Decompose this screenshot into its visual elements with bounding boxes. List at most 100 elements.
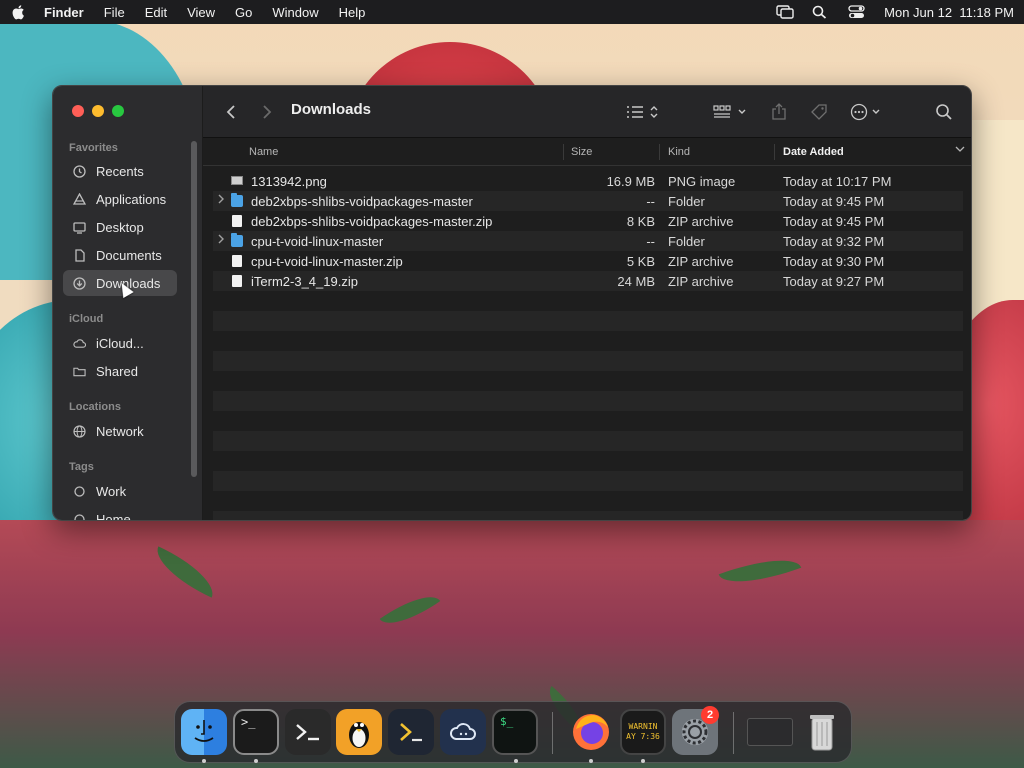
dock-cloud-app-icon[interactable] (440, 709, 486, 755)
file-kind: PNG image (668, 174, 736, 189)
chevron-down-glyph (955, 146, 965, 152)
sidebar-item-tag-home[interactable]: Home (63, 506, 177, 521)
file-row-1313942-png[interactable]: 1313942.png 16.9 MB PNG image Today at 1… (213, 171, 963, 191)
file-date-added: Today at 9:45 PM (783, 214, 885, 229)
dock-terminal-dark-icon[interactable]: $_ (492, 709, 538, 755)
menu-edit[interactable]: Edit (145, 5, 167, 20)
file-row-deb2xbps-zip[interactable]: deb2xbps-shlibs-voidpackages-master.zip … (213, 211, 963, 231)
disclosure-triangle-icon[interactable] (217, 194, 225, 207)
back-button[interactable] (223, 100, 239, 124)
file-size: -- (646, 194, 655, 209)
file-date-added: Today at 10:17 PM (783, 174, 892, 189)
column-header-size[interactable]: Size (571, 146, 592, 158)
image-file-icon (231, 176, 243, 185)
disclosure-triangle-icon[interactable] (217, 234, 225, 247)
dock-minimized-window-icon[interactable] (745, 709, 795, 755)
desktop-glyph (73, 221, 86, 234)
column-divider[interactable] (563, 144, 564, 160)
zip-file-icon (232, 255, 242, 267)
menu-window[interactable]: Window (272, 5, 318, 20)
chevron-right-icon (263, 105, 272, 119)
sidebar-item-icloud-drive[interactable]: iCloud... (63, 330, 177, 356)
sidebar-item-documents[interactable]: Documents (63, 242, 177, 268)
column-divider[interactable] (774, 144, 775, 160)
zoom-window-button[interactable] (112, 105, 124, 117)
control-center-icon[interactable] (848, 5, 866, 19)
column-header-name[interactable]: Name (249, 146, 278, 158)
empty-row (213, 451, 963, 471)
running-indicator (202, 759, 206, 763)
list-view-icon (627, 106, 658, 118)
column-header-kind[interactable]: Kind (668, 146, 690, 158)
column-divider[interactable] (659, 144, 660, 160)
spotlight-search-icon[interactable] (812, 5, 830, 19)
view-mode-list-button[interactable] (623, 100, 663, 124)
applications-glyph (73, 192, 86, 205)
download-glyph (73, 276, 86, 290)
sidebar-item-shared[interactable]: Shared (63, 358, 177, 384)
dock-iterm-icon[interactable] (285, 709, 331, 755)
screen-mirroring-icon[interactable] (776, 5, 794, 19)
sidebar-section-locations: Locations (69, 401, 121, 413)
sidebar-item-label: Network (96, 423, 144, 439)
more-actions-button[interactable] (848, 100, 888, 124)
dock-terminal-icon[interactable]: >_ (233, 709, 279, 755)
column-header-date-added[interactable]: Date Added (783, 146, 844, 158)
dock-linux-penguin-icon[interactable] (336, 709, 382, 755)
tags-button[interactable] (809, 100, 829, 124)
sort-chevron-down-icon[interactable] (955, 144, 965, 157)
sidebar-item-label: iCloud... (96, 335, 144, 351)
terminal-prompt-glyph: >_ (241, 715, 256, 729)
sidebar-item-tag-work[interactable]: Work (63, 478, 177, 504)
group-by-button[interactable] (711, 100, 751, 124)
menu-view[interactable]: View (187, 5, 215, 20)
minimize-window-button[interactable] (92, 105, 104, 117)
share-button[interactable] (769, 100, 789, 124)
dock-trash-icon[interactable] (799, 709, 845, 755)
apple-logo-icon (12, 5, 24, 20)
shared-folder-glyph (73, 367, 86, 376)
sidebar-section-tags: Tags (69, 461, 94, 473)
dock-firefox-icon[interactable] (568, 709, 614, 755)
sidebar-item-label: Home (96, 511, 131, 521)
dock: >_ $_ WARNIN AY 7:36 2 (174, 701, 852, 763)
sidebar-item-applications[interactable]: Applications (63, 186, 177, 212)
file-size: 24 MB (617, 274, 655, 289)
console-line-1: WARNIN (628, 722, 658, 731)
close-window-button[interactable] (72, 105, 84, 117)
chevron-right-glyph (218, 234, 224, 244)
tag-icon (811, 104, 827, 120)
tag-circle-glyph (74, 513, 85, 520)
menu-app-finder[interactable]: Finder (44, 5, 84, 20)
ellipsis-circle-icon (850, 103, 880, 121)
sidebar-item-label: Desktop (96, 219, 144, 235)
file-row-cpu-t-folder[interactable]: cpu-t-void-linux-master -- Folder Today … (213, 231, 963, 251)
running-indicator (641, 759, 645, 763)
sidebar-item-network[interactable]: Network (63, 418, 177, 444)
dock-finder-icon[interactable] (181, 709, 227, 755)
file-size: 5 KB (626, 254, 655, 269)
notification-badge: 2 (701, 706, 719, 724)
forward-button[interactable] (259, 100, 275, 124)
menu-go[interactable]: Go (235, 5, 252, 20)
sidebar-item-desktop[interactable]: Desktop (63, 214, 177, 240)
clock-icon (73, 164, 86, 178)
file-size: -- (646, 234, 655, 249)
file-row-iterm2-zip[interactable]: iTerm2-3_4_19.zip 24 MB ZIP archive Toda… (213, 271, 963, 291)
file-row-deb2xbps-folder[interactable]: deb2xbps-shlibs-voidpackages-master -- F… (213, 191, 963, 211)
finder-content: Downloads Name Size Kind Date Added 1313… (203, 86, 971, 520)
file-row-cpu-t-zip[interactable]: cpu-t-void-linux-master.zip 5 KB ZIP arc… (213, 251, 963, 271)
document-icon (73, 248, 86, 262)
search-button[interactable] (933, 100, 955, 124)
menu-bar-clock[interactable]: Mon Jun 12 11:18 PM (884, 5, 1014, 20)
menu-file[interactable]: File (104, 5, 125, 20)
file-name: deb2xbps-shlibs-voidpackages-master.zip (251, 214, 493, 229)
apple-menu-icon[interactable] (10, 0, 26, 24)
dock-console-icon[interactable]: WARNIN AY 7:36 (620, 709, 666, 755)
empty-row (213, 391, 963, 411)
applications-icon (73, 192, 86, 206)
sidebar-scrollbar[interactable] (191, 141, 197, 477)
menu-help[interactable]: Help (339, 5, 366, 20)
sidebar-item-recents[interactable]: Recents (63, 158, 177, 184)
dock-powershell-icon[interactable] (388, 709, 434, 755)
